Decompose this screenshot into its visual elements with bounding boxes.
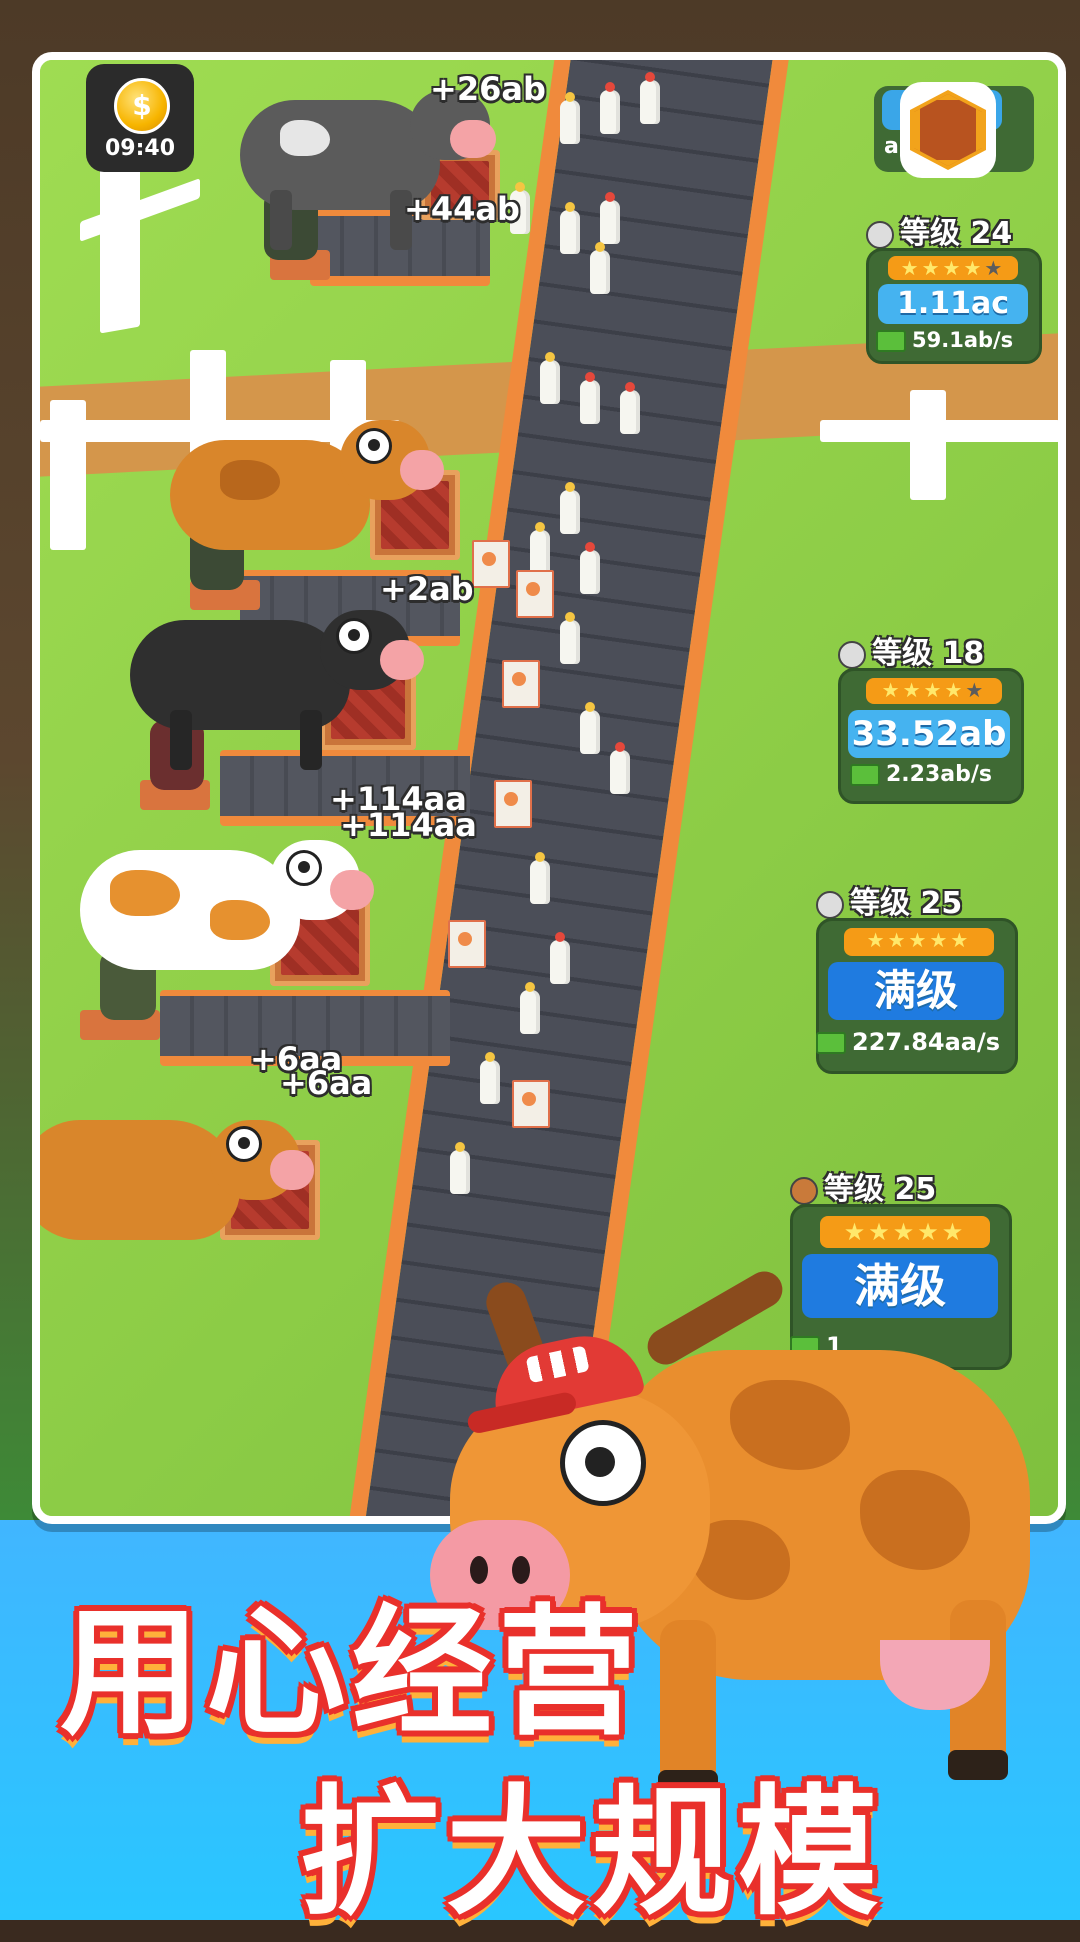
- milk-carton: [448, 920, 486, 968]
- income-popup: +114aa: [340, 806, 477, 844]
- neutral-face-icon: [838, 640, 866, 669]
- milk-bottle: [590, 242, 610, 294]
- level-label: 等级 25: [850, 886, 963, 921]
- money-icon: [876, 330, 906, 352]
- timer-widget[interactable]: $ 09:40: [86, 64, 194, 172]
- income-popup: +26ab: [430, 70, 546, 108]
- milk-carton: [494, 780, 532, 828]
- star-rating: ★★★★★: [820, 1216, 990, 1248]
- income-popup: +6aa: [280, 1064, 373, 1102]
- level-label: 等级 24: [900, 216, 1013, 251]
- level-value-button[interactable]: 33.52ab: [848, 710, 1010, 758]
- milk-bottle: [480, 1052, 500, 1104]
- worried-face-icon: [866, 220, 894, 249]
- milk-carton: [472, 540, 510, 588]
- timer-text: 09:40: [104, 136, 176, 161]
- milk-bottle: [600, 82, 620, 134]
- money-icon: [816, 1032, 846, 1054]
- income-rate: 2.23ab/s: [886, 762, 993, 787]
- milk-bottle: [640, 72, 660, 124]
- milk-bottle: [450, 1142, 470, 1194]
- level-label: 等级 18: [872, 636, 985, 671]
- star-rating: ★★★★★: [866, 678, 1002, 704]
- neutral-face-icon: [816, 890, 844, 919]
- milk-bottle: [560, 92, 580, 144]
- level-label: 等级 25: [824, 1172, 937, 1207]
- milk-bottle: [550, 932, 570, 984]
- fence-post: [100, 146, 140, 334]
- cow-face-icon: [790, 1176, 818, 1205]
- fence-rail: [820, 420, 1058, 442]
- milk-bottle: [580, 702, 600, 754]
- milk-bottle: [560, 612, 580, 664]
- level-value-button[interactable]: 满级: [828, 962, 1004, 1020]
- milking-station-5[interactable]: [40, 60, 320, 1240]
- milk-carton: [502, 660, 540, 708]
- milk-bottle: [530, 522, 550, 574]
- promo-headline-1: 用心经营: [60, 1592, 645, 1755]
- milk-carton: [516, 570, 554, 618]
- milk-bottle: [610, 742, 630, 794]
- money-icon: [850, 764, 880, 786]
- milk-bottle: [580, 372, 600, 424]
- milk-carton: [512, 1080, 550, 1128]
- milk-bottle: [540, 352, 560, 404]
- milk-bottle: [520, 982, 540, 1034]
- milk-bottle: [530, 852, 550, 904]
- income-rate: 227.84aa/s: [852, 1028, 1001, 1056]
- milk-bottle: [620, 382, 640, 434]
- milk-bottle: [560, 202, 580, 254]
- hex-button[interactable]: [900, 82, 996, 178]
- income-popup: +44ab: [404, 190, 520, 228]
- income-popup: +2ab: [380, 570, 474, 608]
- fence-post: [910, 390, 946, 500]
- star-rating: ★★★★★: [844, 928, 994, 956]
- star-rating: ★★★★★: [888, 256, 1018, 280]
- stopwatch-coin-icon: $: [114, 78, 170, 134]
- milk-bottle: [560, 482, 580, 534]
- level-value-button[interactable]: 1.11ac: [878, 284, 1028, 324]
- income-rate: 59.1ab/s: [912, 328, 1014, 352]
- milk-bottle: [600, 192, 620, 244]
- promo-headline-2: 扩大规模: [300, 1772, 885, 1935]
- milk-bottle: [580, 542, 600, 594]
